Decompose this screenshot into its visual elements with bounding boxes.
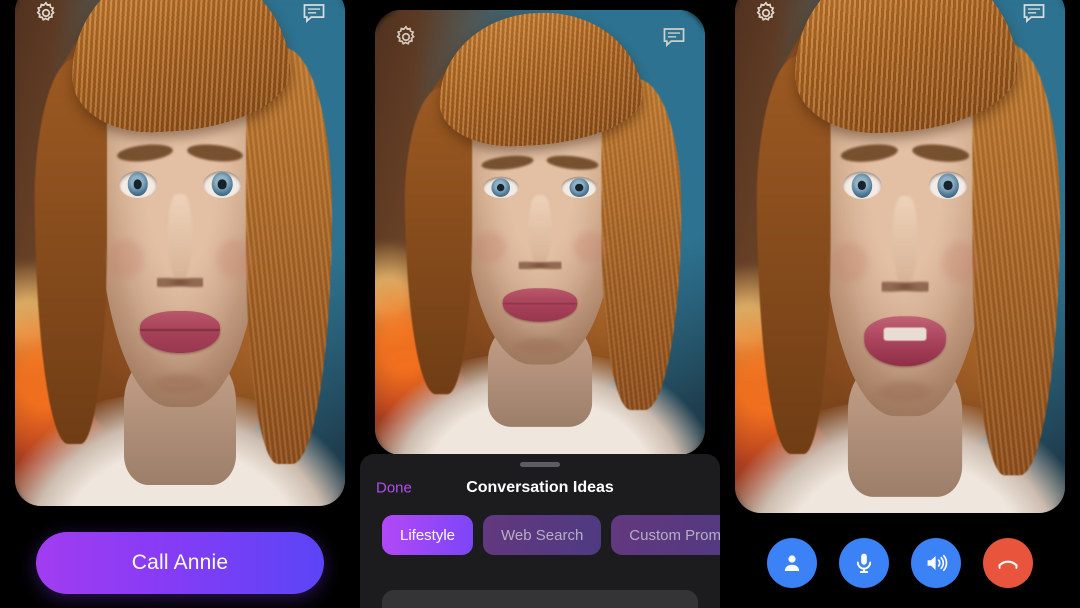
phone-panel-conversation-ideas: Done Conversation Ideas Lifestyle Web Se…	[360, 0, 720, 608]
conversation-ideas-sheet: Done Conversation Ideas Lifestyle Web Se…	[360, 454, 720, 608]
avatar-eye-left	[483, 176, 519, 199]
avatar-lips	[864, 316, 946, 367]
avatar-video-stage	[15, 0, 345, 506]
avatar-lip-line	[140, 329, 220, 331]
avatar-nose	[168, 194, 192, 283]
chat-bubble-icon[interactable]	[1021, 0, 1047, 26]
avatar-cheek-right	[938, 238, 983, 288]
person-icon	[780, 551, 804, 575]
avatar-nostrils	[881, 279, 929, 296]
sheet-title: Conversation Ideas	[466, 479, 614, 496]
avatar-chin-shadow	[509, 335, 571, 357]
avatar-nostrils	[518, 259, 562, 272]
chip-lifestyle[interactable]: Lifestyle	[382, 515, 474, 555]
speaker-icon	[924, 551, 948, 575]
call-controls-bar	[720, 532, 1080, 594]
chat-bubble-icon[interactable]	[301, 0, 327, 26]
call-annie-button[interactable]: Call Annie	[36, 532, 324, 594]
avatar-hair-right	[246, 48, 332, 465]
settings-gear-icon[interactable]	[753, 0, 779, 26]
avatar-iris-left	[491, 177, 511, 197]
avatar-pupil-left	[857, 180, 867, 191]
chat-bubble-icon[interactable]	[661, 24, 687, 50]
chip-web-search[interactable]: Web Search	[483, 515, 602, 555]
avatar-teeth	[883, 327, 927, 341]
annie-avatar	[735, 0, 1065, 513]
avatar-video-stage	[375, 10, 705, 455]
avatar-nose	[529, 195, 551, 266]
avatar-pupil-left	[497, 183, 505, 192]
contact-button[interactable]	[767, 538, 817, 588]
avatar-lips	[503, 288, 577, 322]
annie-avatar	[375, 10, 705, 455]
end-call-button[interactable]	[983, 538, 1033, 588]
avatar-nose	[893, 195, 917, 288]
speaker-button[interactable]	[911, 538, 961, 588]
avatar-cheek-right	[213, 235, 256, 283]
avatar-pupil-left	[133, 179, 142, 189]
microphone-button[interactable]	[839, 538, 889, 588]
avatar-cheek-left	[827, 238, 872, 288]
screenshot-root: Call Annie Done Conversation Ideas Lifes…	[0, 0, 1080, 608]
avatar-eye-right	[561, 176, 597, 199]
settings-gear-icon[interactable]	[33, 0, 59, 26]
phone-panel-active-call	[720, 0, 1080, 608]
annie-avatar	[15, 0, 345, 506]
avatar-chin-shadow	[147, 370, 213, 397]
avatar-pupil-right	[575, 183, 583, 192]
idea-category-chips: Lifestyle Web Search Custom Prompt	[360, 509, 720, 555]
idea-list-card[interactable]	[382, 590, 698, 608]
avatar-chin-shadow	[871, 378, 939, 406]
avatar-nostrils	[156, 274, 204, 291]
avatar-iris-left	[127, 172, 149, 196]
avatar-pupil-right	[217, 179, 227, 189]
avatar-iris-left	[851, 173, 873, 198]
avatar-lips	[140, 311, 220, 353]
avatar-cheek-right	[570, 228, 611, 266]
avatar-eye-left	[118, 170, 157, 198]
chip-custom-prompt[interactable]: Custom Prompt	[611, 515, 720, 555]
phone-panel-idle: Call Annie	[0, 0, 360, 608]
avatar-hair-right	[972, 45, 1060, 476]
avatar-iris-right	[569, 177, 589, 197]
avatar-cheek-left	[104, 235, 147, 283]
settings-gear-icon[interactable]	[393, 24, 419, 50]
avatar-eye-right	[203, 170, 242, 198]
done-button[interactable]: Done	[376, 480, 412, 497]
avatar-pupil-right	[943, 180, 953, 191]
phone-hangup-icon	[996, 551, 1020, 575]
avatar-cheek-left	[469, 228, 510, 266]
avatar-iris-right	[211, 172, 233, 196]
avatar-hair-right	[601, 79, 682, 411]
sheet-header: Done Conversation Ideas	[360, 467, 720, 509]
microphone-icon	[852, 551, 876, 575]
avatar-video-stage	[735, 0, 1065, 513]
avatar-iris-right	[937, 173, 959, 198]
